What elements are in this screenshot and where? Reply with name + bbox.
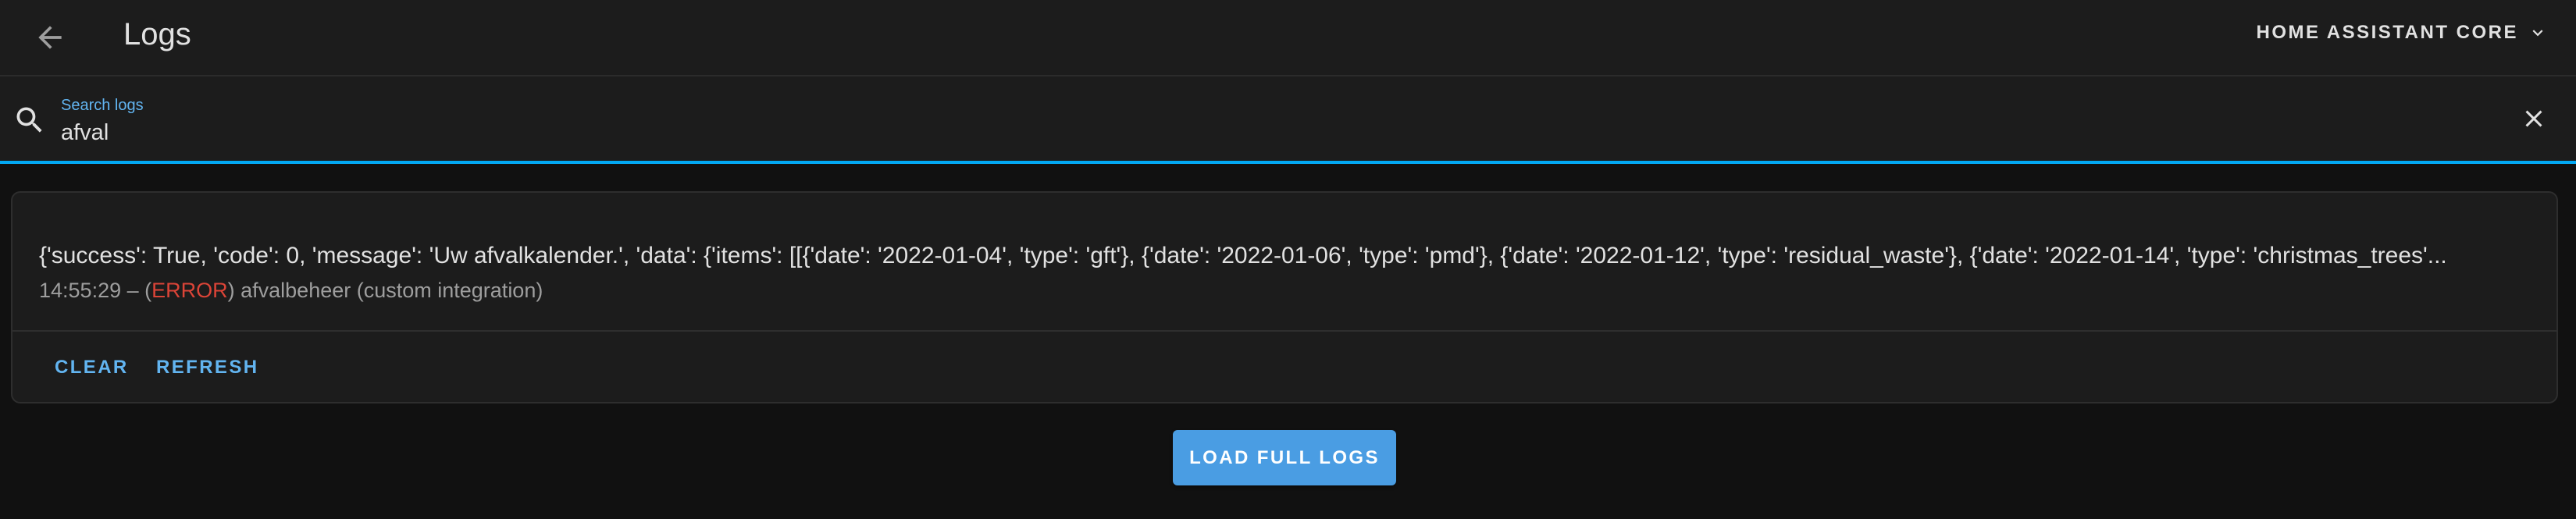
log-message: {'success': True, 'code': 0, 'message': … [39,243,2447,268]
arrow-left-icon [38,26,62,49]
back-button[interactable] [22,9,78,66]
clear-button[interactable]: CLEAR [55,347,129,388]
refresh-button[interactable]: REFRESH [156,347,258,388]
chevron-down-icon [2532,30,2543,37]
log-provider-dropdown[interactable]: HOME ASSISTANT CORE [2256,16,2548,50]
log-level: ERROR [151,279,228,302]
log-source: ) afvalbeheer (custom integration) [227,279,543,302]
clear-search-button[interactable] [2514,98,2554,139]
provider-label: HOME ASSISTANT CORE [2256,22,2518,43]
log-meta: 14:55:29 – (ERROR) afvalbeheer (custom i… [39,279,543,303]
card-actions: CLEAR REFRESH [12,332,2556,403]
search-input[interactable] [61,117,2482,148]
search-label: Search logs [61,97,144,114]
log-entry[interactable]: {'success': True, 'code': 0, 'message': … [12,193,2556,330]
page-title: Logs [123,17,191,52]
log-separator: – ( [121,279,152,302]
load-full-logs-button[interactable]: LOAD FULL LOGS [1173,430,1396,485]
top-app-bar: Logs HOME ASSISTANT CORE [0,0,2576,76]
search-icon [16,107,42,133]
system-log-card: {'success': True, 'code': 0, 'message': … [11,191,2558,403]
log-time: 14:55:29 [39,279,122,302]
close-icon [2525,110,2542,127]
logs-page: Logs HOME ASSISTANT CORE Search logs {'s… [0,0,2576,519]
search-bar: Search logs [0,76,2576,164]
